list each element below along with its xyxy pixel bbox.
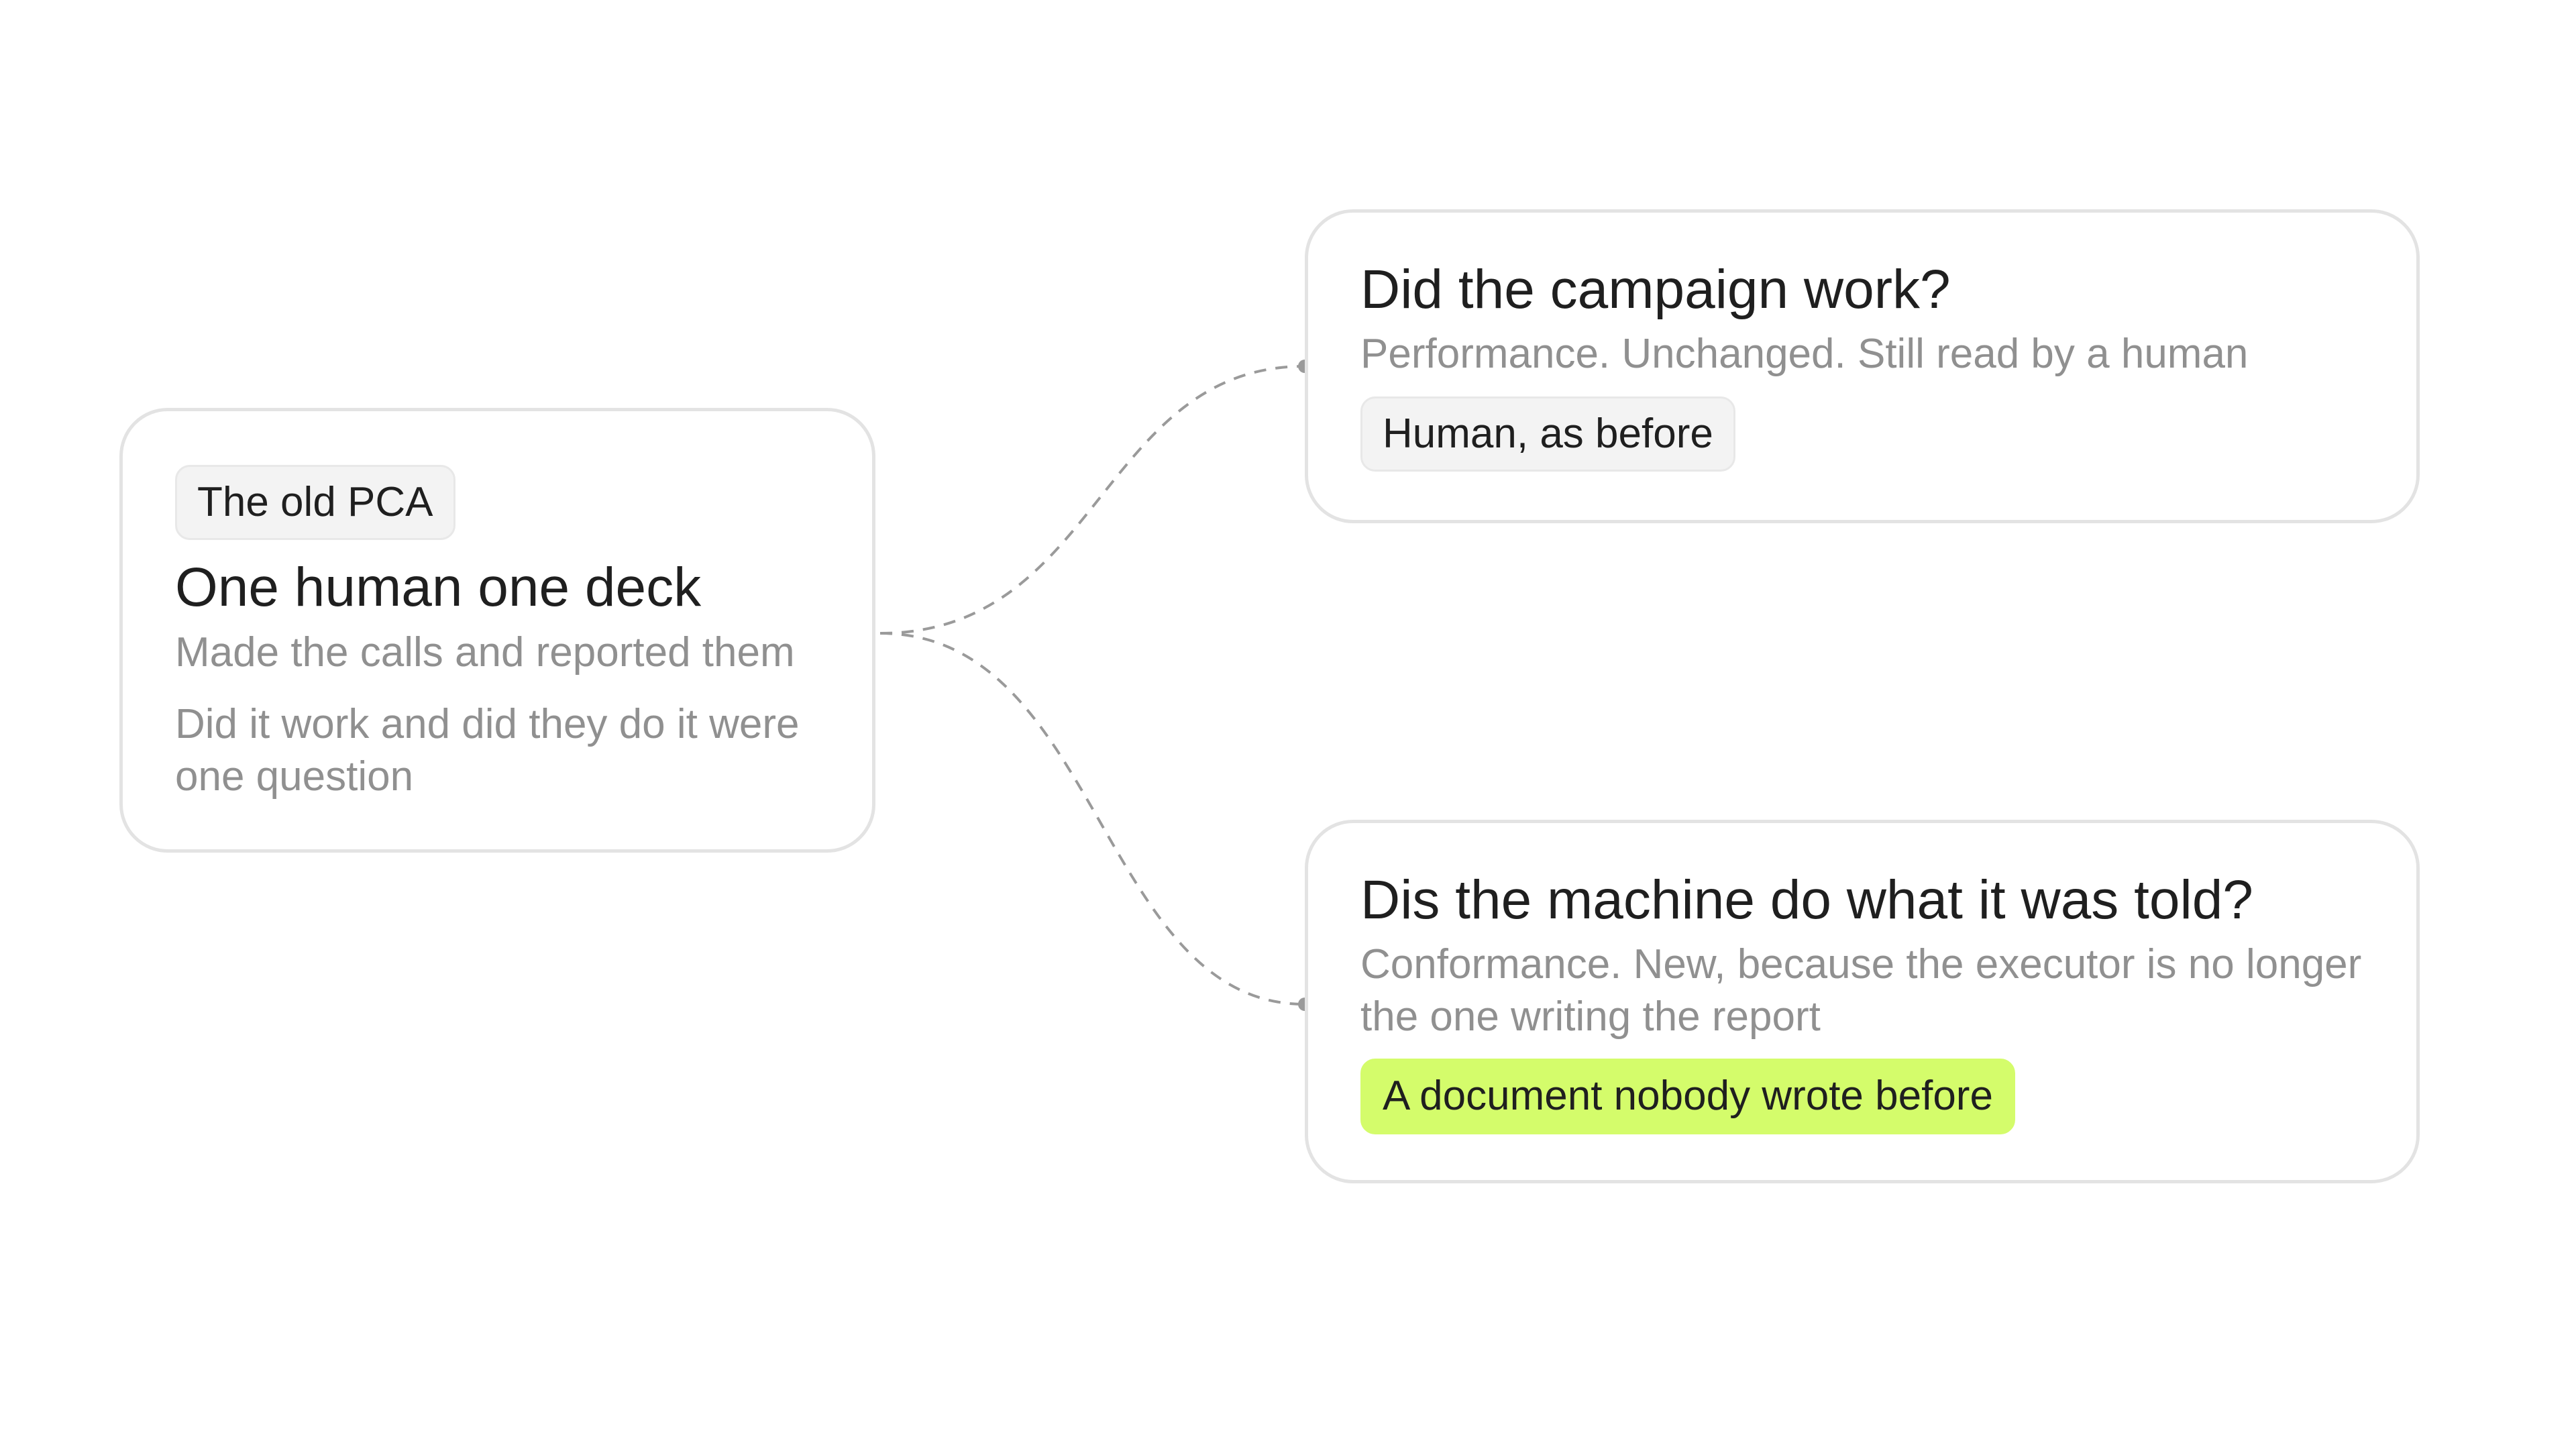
- source-note: Did it work and did they do it were one …: [175, 701, 800, 800]
- connector-to-conformance: [879, 632, 1305, 1006]
- conformance-tag: A document nobody wrote before: [1360, 1059, 2015, 1134]
- source-tag: The old PCA: [175, 465, 455, 541]
- conformance-title: Dis the machine do what it was told?: [1360, 869, 2253, 930]
- source-subtitle: Made the calls and reported them: [175, 629, 795, 676]
- connector-to-performance: [879, 365, 1305, 635]
- source-card: The old PCA One human one deck Made the …: [119, 408, 875, 853]
- conformance-card: Dis the machine do what it was told? Con…: [1305, 820, 2420, 1183]
- conformance-subtitle: Conformance. New, because the executor i…: [1360, 941, 2362, 1040]
- performance-tag: Human, as before: [1360, 396, 1735, 472]
- source-title: One human one deck: [175, 557, 702, 619]
- performance-card: Did the campaign work? Performance. Unch…: [1305, 209, 2420, 523]
- performance-subtitle: Performance. Unchanged. Still read by a …: [1360, 331, 2249, 378]
- performance-title: Did the campaign work?: [1360, 259, 1951, 320]
